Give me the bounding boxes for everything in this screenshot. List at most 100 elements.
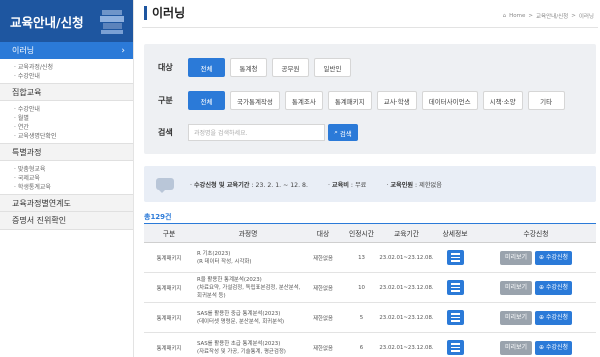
- preview-button[interactable]: 미리보기: [499, 280, 533, 295]
- column-header: 과정명: [194, 223, 302, 243]
- search-input[interactable]: 과정명을 검색하세요.: [188, 124, 325, 141]
- sidebar-item-course-map[interactable]: 교육과정별연계도: [0, 194, 133, 212]
- apply-button[interactable]: ⊕ 수강신청: [535, 310, 573, 325]
- breadcrumb-item[interactable]: Home: [509, 13, 525, 19]
- sidebar-item-elearning[interactable]: 이러닝 ›: [0, 42, 133, 59]
- sidebar-subitem[interactable]: · 월별: [14, 114, 133, 123]
- sidebar-subitem[interactable]: · 교육과정/신청: [14, 63, 133, 72]
- main-content: 이러닝 ⌂ Home > 교육안내/신청 > 이러닝 대상 전체 통계청 공무원…: [134, 0, 600, 357]
- search-button[interactable]: ⌕ 검색: [328, 124, 358, 141]
- column-header: 상세정보: [434, 223, 476, 243]
- home-icon[interactable]: ⌂: [503, 13, 507, 19]
- breadcrumb: ⌂ Home > 교육안내/신청 > 이러닝: [503, 12, 594, 20]
- cell-target: 제한없음: [302, 332, 344, 357]
- cell-detail: [434, 302, 476, 333]
- sidebar-title: 교육안내/신청: [10, 14, 84, 30]
- target-option[interactable]: 전체: [188, 58, 225, 77]
- cell-target: 제한없음: [302, 242, 344, 273]
- column-header: 대상: [302, 223, 344, 243]
- sidebar-subitem[interactable]: · 연간: [14, 123, 133, 132]
- cell-detail: [434, 242, 476, 273]
- cell-course[interactable]: R을 활용한 통계분석(2023) (차료요약, 가설검정, 독립표본검정, 분산…: [194, 272, 302, 303]
- cell-target: 제한없음: [302, 302, 344, 333]
- sidebar-subitem[interactable]: · 맞춤형교육: [14, 165, 133, 174]
- table-row: 통계패키지 R을 활용한 통계분석(2023) (차료요약, 가설검정, 독립표본…: [144, 272, 596, 303]
- cell-detail: [434, 272, 476, 303]
- cell-category: 통계패키지: [144, 332, 194, 357]
- column-header: 수강신청: [476, 223, 596, 243]
- cell-category: 통계패키지: [144, 242, 194, 273]
- cell-course[interactable]: R 기초(2023) (R 데이터 작성, 시각화): [194, 242, 302, 273]
- column-header: 교육기간: [379, 223, 434, 243]
- category-option[interactable]: 기타: [527, 91, 565, 110]
- column-header: 구분: [144, 223, 194, 243]
- list-icon[interactable]: [446, 310, 464, 325]
- cell-category: 통계패키지: [144, 302, 194, 333]
- sidebar-item-special-course[interactable]: 특별과정: [0, 143, 133, 161]
- search-icon: ⌕: [334, 128, 338, 136]
- target-option[interactable]: 일반인: [314, 58, 351, 77]
- sidebar-subitem[interactable]: · 국제교육: [14, 174, 133, 183]
- category-option[interactable]: 국가통계작성: [230, 91, 280, 110]
- books-icon: [100, 10, 124, 34]
- cell-category: 통계패키지: [144, 272, 194, 303]
- category-option[interactable]: 데이터사이언스: [421, 91, 478, 110]
- cell-course[interactable]: SAS를 활용한 초급 통계분석(2023) (자료작성 및 가공, 기술통계, …: [194, 332, 302, 357]
- table-row: 통계패키지 SAS를 활용한 중급 통계분석(2023) (데이터셋 명령문, 분…: [144, 302, 596, 333]
- sidebar-header: 교육안내/신청: [0, 0, 133, 42]
- sidebar-subitem[interactable]: · 수강안내: [14, 105, 133, 114]
- cell-course[interactable]: SAS를 활용한 중급 통계분석(2023) (데이터셋 명령문, 분산분석, 회…: [194, 302, 302, 333]
- preview-button[interactable]: 미리보기: [499, 340, 533, 355]
- category-option[interactable]: 교사·학생: [376, 91, 417, 110]
- speech-bubble-icon: [156, 178, 174, 193]
- sidebar-subitem[interactable]: · 수강안내: [14, 72, 133, 81]
- sidebar: 교육안내/신청 이러닝 › · 교육과정/신청 · 수강안내 집합교육 · 수강…: [0, 0, 134, 357]
- cell-hours: 13: [344, 242, 379, 273]
- category-option[interactable]: 시책·소양: [482, 91, 523, 110]
- cell-hours: 10: [344, 272, 379, 303]
- notice-box: · 수강신청 및 교육기간 : 23. 2. 1. ~ 12. 8. · 교육비…: [144, 166, 596, 202]
- sidebar-item-group-training[interactable]: 집합교육: [0, 83, 133, 101]
- search-button-label: 검색: [339, 129, 352, 138]
- sidebar-subitem[interactable]: · 교육생명단확인: [14, 132, 133, 141]
- cell-apply: 미리보기 ⊕ 수강신청: [476, 332, 596, 357]
- list-icon[interactable]: [446, 280, 464, 295]
- breadcrumb-item[interactable]: 교육안내/신청: [536, 12, 568, 20]
- course-table: 구분 과정명 대상 인정시간 교육기간 상세정보 수강신청 통계패키지 R 기초…: [144, 223, 596, 357]
- page-title: 이러닝: [152, 6, 186, 20]
- cell-period: 23.02.01~23.12.08.: [379, 332, 434, 357]
- list-icon[interactable]: [446, 250, 464, 265]
- cell-target: 제한없음: [302, 272, 344, 303]
- target-option[interactable]: 통계청: [230, 58, 267, 77]
- target-option[interactable]: 공무원: [272, 58, 309, 77]
- title-marker: [144, 6, 147, 20]
- apply-button[interactable]: ⊕ 수강신청: [535, 340, 573, 355]
- cell-period: 23.02.01~23.12.08.: [379, 272, 434, 303]
- cell-detail: [434, 332, 476, 357]
- preview-button[interactable]: 미리보기: [499, 250, 533, 265]
- category-option[interactable]: 통계패키지: [327, 91, 372, 110]
- breadcrumb-separator: >: [528, 13, 533, 19]
- cell-hours: 5: [344, 302, 379, 333]
- sidebar-subitem[interactable]: · 학생통계교육: [14, 183, 133, 192]
- preview-button[interactable]: 미리보기: [499, 310, 533, 325]
- table-row: 통계패키지 R 기초(2023) (R 데이터 작성, 시각화) 제한없음 13 …: [144, 242, 596, 273]
- search-label: 검색: [158, 128, 173, 137]
- target-filter-label: 대상: [158, 63, 173, 72]
- chevron-right-icon: ›: [121, 45, 125, 56]
- cell-hours: 6: [344, 332, 379, 357]
- list-icon[interactable]: [446, 340, 464, 355]
- title-bar: 이러닝 ⌂ Home > 교육안내/신청 > 이러닝: [142, 0, 598, 28]
- apply-button[interactable]: ⊕ 수강신청: [535, 250, 573, 265]
- category-filter-label: 구분: [158, 96, 173, 105]
- category-option[interactable]: 통계조사: [284, 91, 323, 110]
- table-row: 통계패키지 SAS를 활용한 초급 통계분석(2023) (자료작성 및 가공, …: [144, 332, 596, 357]
- apply-button[interactable]: ⊕ 수강신청: [535, 280, 573, 295]
- table-header-row: 구분 과정명 대상 인정시간 교육기간 상세정보 수강신청: [144, 223, 596, 243]
- breadcrumb-item: 이러닝: [578, 14, 594, 20]
- sidebar-item-certificate-verify[interactable]: 증명서 진위확인: [0, 212, 133, 230]
- search-row: 검색 과정명을 검색하세요. ⌕ 검색: [158, 124, 358, 141]
- sidebar-item-label: 이러닝: [12, 46, 35, 55]
- category-option[interactable]: 전체: [188, 91, 225, 110]
- cell-period: 23.02.01~23.12.08.: [379, 242, 434, 273]
